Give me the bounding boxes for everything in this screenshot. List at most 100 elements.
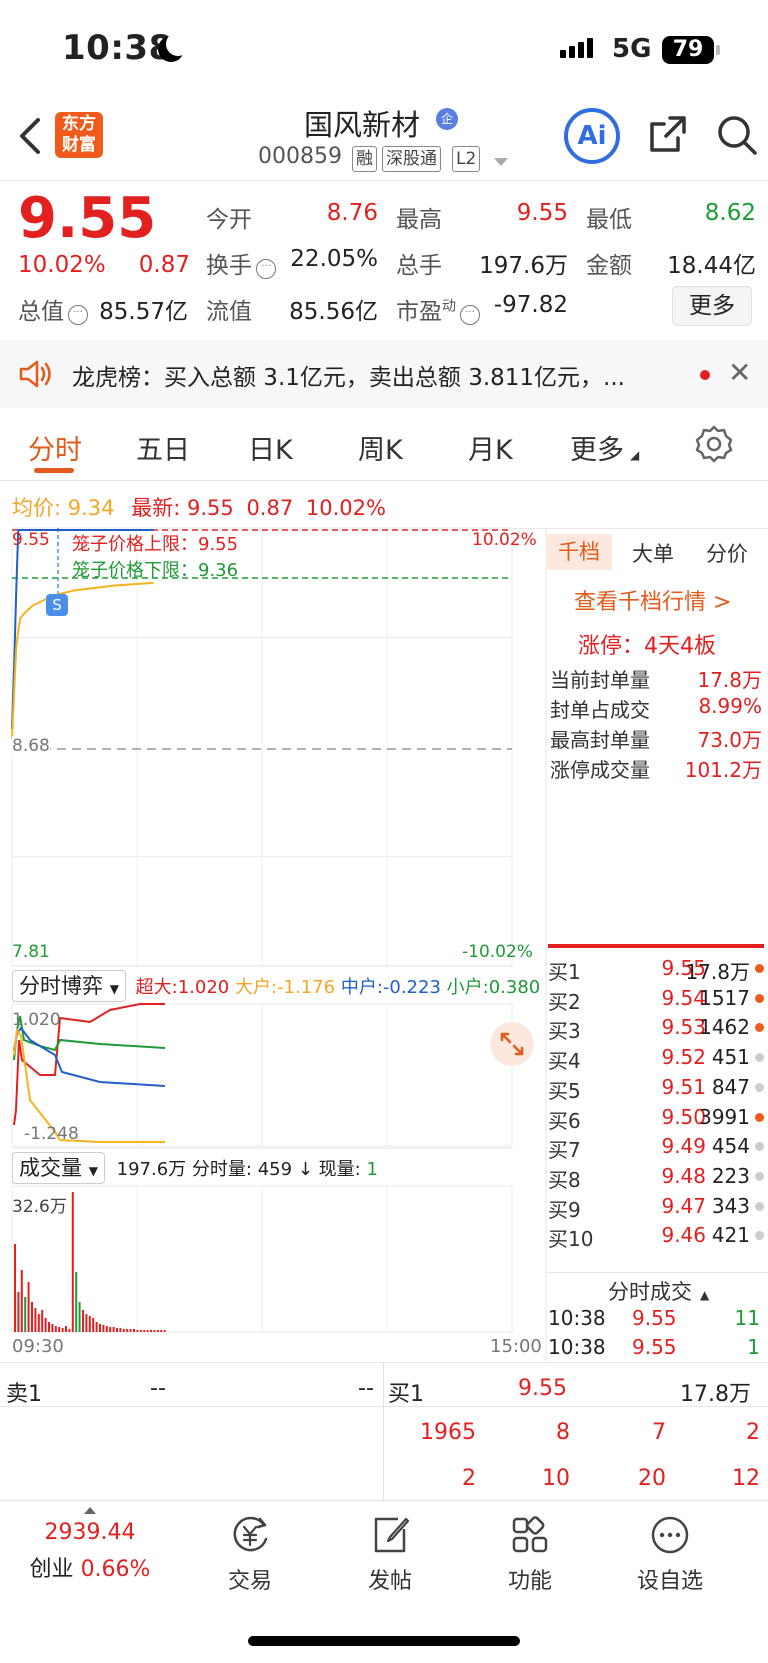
tick-vol: 11 — [734, 1306, 760, 1330]
s-marker[interactable]: S — [46, 594, 68, 616]
volume-bar — [31, 1302, 33, 1332]
chevron-down-icon: ▼ — [88, 1164, 98, 1178]
bid-row[interactable]: 买5 9.51 847 — [548, 1075, 764, 1105]
nav-functions[interactable]: 功能 — [480, 1513, 580, 1595]
indicator-header: 分时博弈 ▼ 超大:1.020 大户:-1.176 中户:-0.223 小户:0… — [12, 970, 540, 1002]
tab-depth[interactable]: 千档 — [546, 534, 612, 570]
volume-bar — [102, 1325, 105, 1332]
nav-post-label: 发帖 — [367, 1569, 412, 1594]
home-indicator — [248, 1636, 520, 1646]
bid-qty: 847 — [711, 1074, 750, 1099]
queue-cell: 8 — [556, 1420, 570, 1445]
ticks-header[interactable]: 分时成交 ▲ — [608, 1276, 709, 1306]
bid-level: 买5 — [548, 1078, 581, 1103]
volume-bar — [14, 1244, 16, 1332]
volume-bar — [153, 1330, 156, 1332]
cage-upper: 笼子价格上限：9.55 — [72, 534, 239, 555]
volume-bar — [126, 1329, 129, 1332]
nav-trade-label: 交易 — [227, 1569, 272, 1594]
queue-cell: 1965 — [420, 1420, 476, 1445]
x-label-start: 09:30 — [12, 1336, 64, 1357]
seal-stat-row: 当前封单量 17.8万 — [550, 664, 762, 693]
caret-up-icon — [84, 1507, 96, 1514]
index-ticker[interactable]: 2939.44 创业 0.66% — [20, 1507, 160, 1583]
volume-bar — [78, 1302, 81, 1332]
bid-price: 9.54 — [661, 985, 706, 1010]
indicator-line-2 — [13, 1026, 166, 1087]
volume-total: 197.6万 — [116, 1159, 187, 1180]
tab-big-order[interactable]: 大单 — [632, 538, 674, 568]
seal-stat-row: 涨停成交量 101.2万 — [550, 754, 762, 783]
y-label-bottom-pct: -10.02% — [462, 942, 533, 962]
volume-bar — [143, 1330, 146, 1332]
volume-bar — [136, 1330, 139, 1332]
seal-stat-value: 17.8万 — [697, 668, 762, 692]
nav-watchlist-label: 设自选 — [636, 1569, 703, 1594]
depth-link[interactable]: 查看千档行情 > — [574, 584, 731, 616]
volume-bar — [150, 1330, 152, 1332]
nav-watchlist[interactable]: 设自选 — [620, 1513, 720, 1595]
bid-row[interactable]: 买7 9.49 454 — [548, 1134, 764, 1164]
chevron-down-icon: ▼ — [109, 982, 119, 996]
queue-cell: 10 — [542, 1466, 570, 1491]
depth-tabs: 千档 大单 分价 — [546, 534, 768, 570]
ind-y-bottom: -1.248 — [24, 1124, 79, 1144]
sell1-label: 卖1 — [6, 1382, 42, 1407]
bid-row[interactable]: 买2 9.54 1517 — [548, 986, 764, 1016]
bid-dot — [755, 1142, 764, 1152]
volume-bar — [61, 1328, 64, 1332]
bid-dot — [755, 993, 764, 1003]
volume-bar — [95, 1322, 98, 1332]
nav-trade[interactable]: 交易 — [200, 1513, 300, 1595]
volume-bar — [17, 1292, 20, 1332]
indicator-select[interactable]: 分时博弈 ▼ — [12, 970, 126, 1002]
nav-post[interactable]: 发帖 — [340, 1513, 440, 1595]
index-name: 创业 — [29, 1557, 74, 1582]
y-label-bottom: 7.81 — [12, 942, 50, 962]
bid-price: 9.50 — [661, 1104, 706, 1129]
bid-row[interactable]: 买10 9.46 421 — [548, 1223, 764, 1253]
bid-price: 9.46 — [661, 1223, 706, 1248]
seal-stat-label: 最高封单量 — [550, 728, 650, 752]
bid-row[interactable]: 买6 9.50 3991 — [548, 1105, 764, 1135]
bid-row[interactable]: 买9 9.47 343 — [548, 1194, 764, 1224]
caret-up-icon: ▲ — [700, 1288, 710, 1302]
grid-icon — [512, 1516, 548, 1553]
app-root: 10:38 5G 79 东方 财富 国风新材 企 000859 融 深股通 L2… — [0, 0, 768, 1663]
volume-header: 成交量 ▼ 197.6万 分时量: 459 ↓ 现量: 1 — [12, 1152, 378, 1184]
orderbook: 卖1 -- -- 买1 9.55 17.8万 1965 8 7 2 2 10 2… — [0, 1362, 768, 1502]
ind-mid: 中户:-0.223 — [340, 977, 441, 998]
bid-row[interactable]: 买1 9.55 17.8万 — [548, 956, 764, 986]
bid-price: 9.53 — [661, 1015, 706, 1040]
price-divider-bar — [548, 944, 764, 948]
seal-stat-label: 当前封单量 — [550, 668, 650, 692]
tab-price-dist[interactable]: 分价 — [706, 538, 748, 568]
volume-bar — [160, 1330, 163, 1332]
queue-cell: 2 — [746, 1420, 760, 1445]
index-pct: 0.66% — [80, 1557, 151, 1582]
trade-icon — [233, 1516, 268, 1552]
bid-row[interactable]: 买3 9.53 1462 — [548, 1015, 764, 1045]
bid-row[interactable]: 买8 9.48 223 — [548, 1164, 764, 1194]
bid-qty: 1462 — [699, 1015, 750, 1040]
bid-price: 9.48 — [661, 1163, 706, 1188]
volume-bar — [44, 1318, 47, 1332]
expand-icon[interactable] — [490, 1022, 534, 1066]
tick-price: 9.55 — [632, 1335, 677, 1359]
bid-level: 买9 — [548, 1197, 581, 1222]
bid-level: 买7 — [548, 1138, 581, 1163]
cage-lower: 笼子价格下限：9.36 — [72, 560, 239, 581]
vol-y-top: 32.6万 — [12, 1197, 67, 1217]
bid-level: 买8 — [548, 1167, 581, 1192]
queue-cell: 20 — [638, 1466, 666, 1491]
bid-qty: 454 — [711, 1134, 750, 1159]
volume-bar — [20, 1270, 23, 1332]
volume-bar — [156, 1330, 159, 1332]
bid-level: 买1 — [548, 960, 581, 984]
volume-select[interactable]: 成交量 ▼ — [12, 1152, 105, 1184]
bid-qty: 451 — [711, 1045, 750, 1070]
seal-stat-label: 封单占成交 — [550, 698, 650, 722]
bid-dot — [755, 1231, 764, 1241]
bid-row[interactable]: 买4 9.52 451 — [548, 1045, 764, 1075]
tick-time: 10:38 — [548, 1335, 606, 1359]
